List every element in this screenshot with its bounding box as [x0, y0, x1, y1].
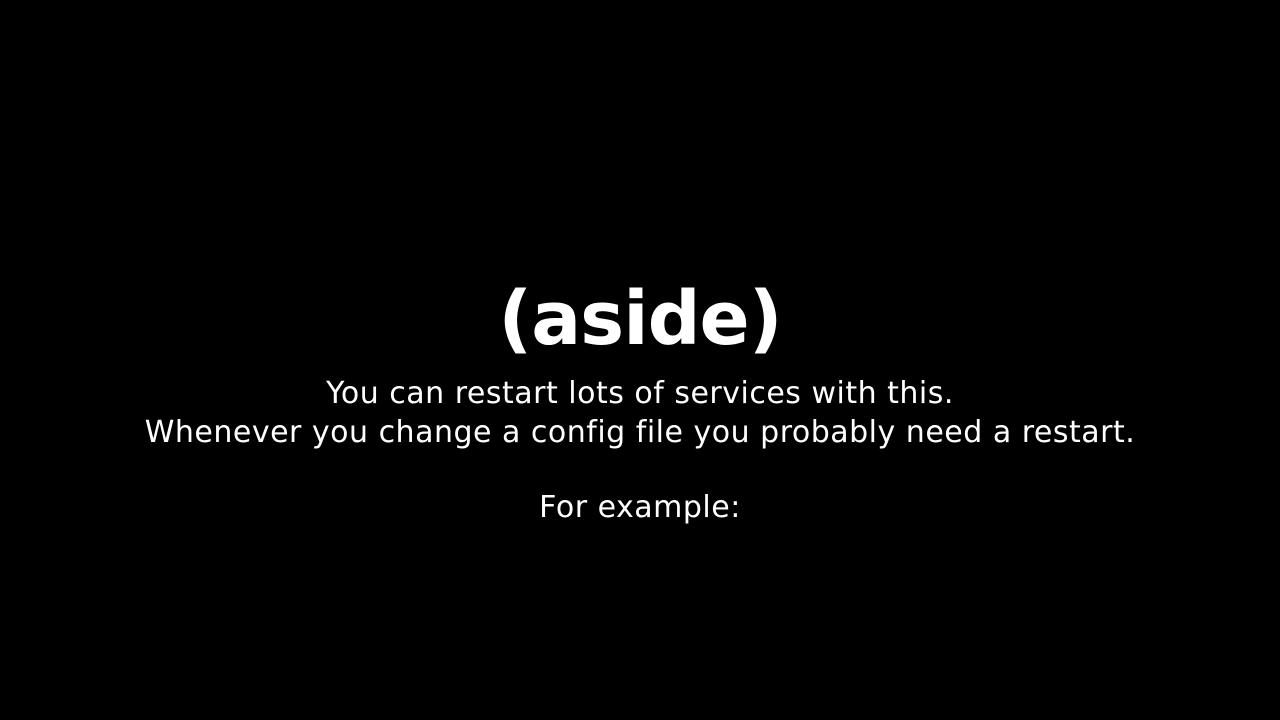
body-line-2: Whenever you change a config file you pr…: [144, 415, 1136, 450]
body-line-1: You can restart lots of services with th…: [326, 376, 954, 411]
slide-title: (aside): [498, 276, 782, 362]
slide: (aside) You can restart lots of services…: [0, 0, 1280, 720]
body-line-3: For example:: [539, 490, 741, 525]
